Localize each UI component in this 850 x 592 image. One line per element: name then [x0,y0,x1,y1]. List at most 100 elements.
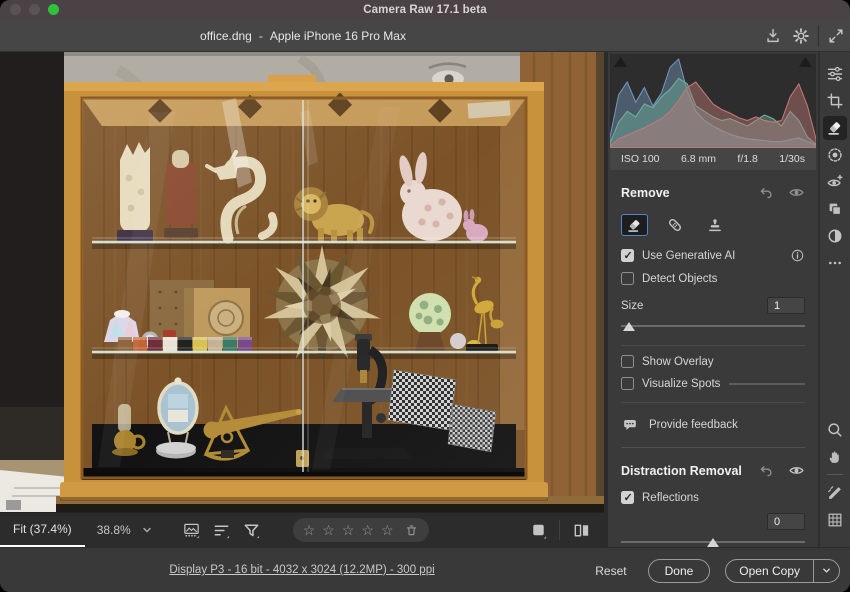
settings-button[interactable] [787,23,815,49]
detect-objects-checkbox[interactable] [621,272,634,285]
distraction-undo-button[interactable] [758,462,775,479]
size-value-field[interactable]: 1 [767,297,805,314]
detect-objects-label: Detect Objects [642,273,717,285]
trash-icon [404,523,419,538]
reflections-slider[interactable] [621,535,805,547]
reflections-checkbox[interactable] [621,491,634,504]
distraction-visibility-toggle[interactable] [788,462,805,479]
reflections-amount-row: 0 [621,513,805,530]
reset-button[interactable]: Reset [589,560,632,582]
use-generative-ai-label: Use Generative AI [642,250,735,262]
exif-aperture: f/1.8 [737,153,757,165]
visualize-spots-slider[interactable] [729,383,805,385]
before-after-button[interactable] [568,518,594,542]
fit-zoom-tab[interactable]: Fit (37.4%) [0,513,85,547]
star-icon[interactable]: ☆ [342,523,355,537]
use-generative-ai-checkbox[interactable] [621,249,634,262]
open-copy-dropdown[interactable] [814,560,839,582]
shadow-clipping-indicator[interactable] [614,57,627,67]
window-title: Camera Raw 17.1 beta [363,4,486,16]
star-icon[interactable]: ☆ [361,523,374,537]
star-icon[interactable]: ☆ [303,523,316,537]
delete-button[interactable] [404,523,419,538]
strip-divider [827,474,843,475]
remove-visibility-toggle[interactable] [788,184,805,201]
status-bar: Display P3 - 16 bit - 4032 x 3024 (12.2M… [0,547,850,592]
visualize-spots-checkbox[interactable] [621,377,634,390]
star-icon[interactable]: ☆ [381,523,394,537]
crop-tool[interactable] [823,89,847,113]
hand-tool[interactable] [823,445,847,469]
remove-tool-eraser[interactable] [621,214,648,236]
chevron-down-icon [141,524,153,536]
zoom-level-label[interactable]: 38.8% [97,523,131,537]
magnifier-icon [826,421,844,439]
exif-iso: ISO 100 [621,153,660,165]
zoom-window-button[interactable] [48,4,59,15]
download-icon [764,27,782,45]
eye-icon [788,184,805,201]
file-title: office.dng - Apple iPhone 16 Pro Max [200,19,406,52]
camera-name: Apple iPhone 16 Pro Max [270,29,406,43]
eraser-icon [626,217,643,234]
expand-icon [827,27,845,45]
generative-ai-info-button[interactable] [790,248,805,263]
minimize-window-button[interactable] [29,4,40,15]
stacked-presets-icon [826,200,844,218]
masking-tool[interactable] [823,143,847,167]
crop-icon [826,92,844,110]
straighten-tool[interactable] [823,481,847,505]
open-copy-button[interactable]: Open Copy [725,559,840,583]
photo-canvas[interactable] [0,52,604,512]
bandaid-icon [666,216,684,234]
red-eye-tool[interactable] [823,170,847,194]
filter-button[interactable] [239,518,265,542]
undo-icon [758,462,775,479]
zoom-dropdown-button[interactable] [141,524,153,536]
remove-feedback-button[interactable]: Provide feedback [621,416,805,434]
image-info-link[interactable]: Display P3 - 16 bit - 4032 x 3024 (12.2M… [169,564,434,576]
show-overlay-checkbox[interactable] [621,355,634,368]
done-button[interactable]: Done [648,559,711,583]
rating-pill: ☆ ☆ ☆ ☆ ☆ [293,518,429,542]
grid-overlay-tool[interactable] [823,508,847,532]
pen-icon [826,484,844,502]
single-view-icon [529,521,548,540]
gear-icon [792,27,810,45]
reflections-slider-thumb[interactable] [707,538,719,547]
grid-icon [826,511,844,529]
size-slider[interactable] [621,319,805,333]
export-button[interactable] [759,23,787,49]
fullscreen-button[interactable] [822,23,850,49]
remove-tool[interactable] [823,116,847,140]
zoom-tool[interactable] [823,418,847,442]
more-tools-button[interactable] [823,251,847,275]
topbar: office.dng - Apple iPhone 16 Pro Max [0,19,850,52]
remove-tool-clone[interactable] [701,214,728,236]
filmstrip-view-button[interactable] [179,518,205,542]
reflections-amount-field[interactable]: 0 [767,513,805,530]
photo-glass-front [82,98,526,472]
section-divider [621,402,805,403]
exif-focal-length: 6.8 mm [681,153,716,165]
highlight-clipping-indicator[interactable] [799,57,812,67]
presets-tool[interactable] [823,197,847,221]
close-window-button[interactable] [10,4,21,15]
single-view-button[interactable] [525,518,551,542]
remove-title: Remove [621,186,745,200]
reflections-label: Reflections [642,492,699,504]
chevron-down-icon [821,565,832,576]
edit-adjustments-tool[interactable] [823,62,847,86]
star-icon[interactable]: ☆ [322,523,335,537]
histogram[interactable] [610,54,816,148]
size-slider-thumb[interactable] [623,322,635,331]
sort-lines-icon [212,521,231,540]
detect-objects-row: Detect Objects [621,272,805,285]
remove-tool-heal[interactable] [661,214,688,236]
use-generative-ai-row: Use Generative AI [621,248,805,263]
sort-order-button[interactable] [209,518,235,542]
bottom-toolbar: Fit (37.4%) 38.8% ☆ ☆ ☆ ☆ ☆ [0,512,604,547]
section-divider [621,345,805,346]
remove-undo-button[interactable] [758,184,775,201]
profiles-tool[interactable] [823,224,847,248]
